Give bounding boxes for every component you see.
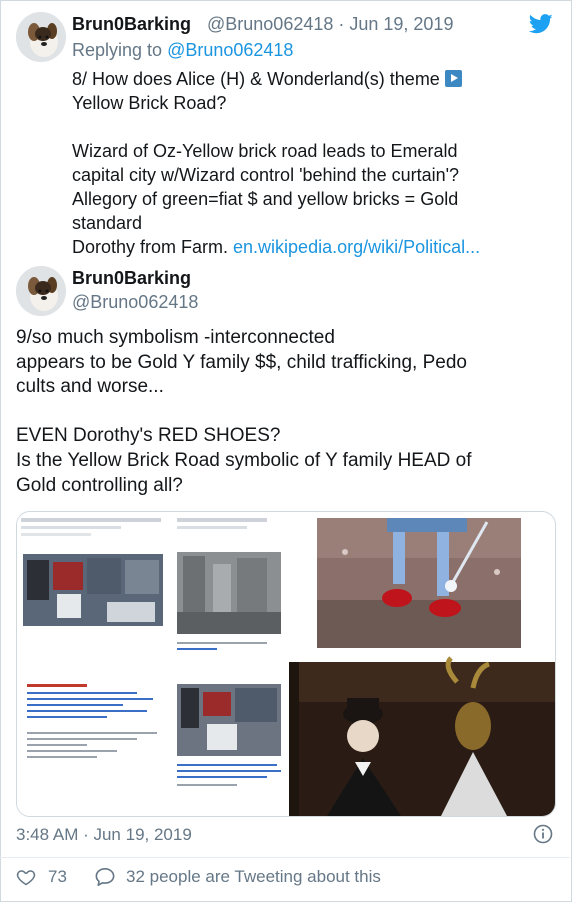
dog-avatar-image	[16, 266, 66, 316]
image-forum-screenshot-1[interactable]	[17, 512, 169, 816]
tweet-line: Gold controlling all?	[16, 474, 183, 496]
tweet-line: Is the Yellow Brick Road symbolic of Y f…	[16, 449, 472, 471]
twitter-bird-icon[interactable]	[529, 14, 553, 34]
wikipedia-link[interactable]: en.wikipedia.org/wiki/Political...	[233, 237, 480, 257]
tweet-line: Wizard of Oz-Yellow brick road leads to …	[72, 141, 458, 161]
avatar[interactable]	[16, 12, 66, 62]
conversation-text: 32 people are Tweeting about this	[126, 867, 381, 886]
tweet-line: Allegory of green=fiat $ and yellow bric…	[72, 189, 459, 209]
tweet-line: 8/ How does Alice (H) & Wonderland(s) th…	[72, 67, 552, 91]
replying-handle-link[interactable]: @Bruno062418	[167, 40, 293, 60]
replying-to: Replying to @Bruno062418	[72, 40, 293, 61]
handle-and-date[interactable]: @Bruno062418 · Jun 19, 2019	[207, 14, 453, 35]
media-grid	[16, 511, 556, 817]
tweet-line: standard	[72, 213, 143, 233]
tweet-timestamp[interactable]: 3:48 AM · Jun 19, 2019	[16, 825, 192, 845]
attached-images	[17, 512, 555, 816]
like-action[interactable]: 73	[16, 866, 67, 888]
dog-avatar-image	[16, 12, 66, 62]
avatar[interactable]	[16, 266, 66, 316]
tweet-line: EVEN Dorothy's RED SHOES?	[16, 425, 281, 447]
heart-icon[interactable]	[16, 867, 36, 887]
image-masquerade-photo[interactable]	[289, 656, 555, 816]
image-forum-screenshot-2[interactable]	[173, 512, 285, 816]
tweet-line: Yellow Brick Road?	[72, 93, 227, 113]
like-count: 73	[48, 867, 67, 886]
info-icon[interactable]	[533, 824, 553, 844]
tweet-line: 9/so much symbolism -interconnected	[16, 327, 335, 348]
tweet-text-2: 9/so much symbolism -interconnected appe…	[16, 326, 556, 498]
tweet-text-1: 8/ How does Alice (H) & Wonderland(s) th…	[72, 67, 552, 259]
tweet-line: appears to be Gold Y family $$, child tr…	[16, 351, 467, 373]
tweet-line: cults and worse...	[16, 376, 164, 398]
tweet-line: Dorothy from Farm. en.wikipedia.org/wiki…	[72, 237, 481, 257]
display-name[interactable]: Brun0Barking	[72, 268, 191, 289]
display-name[interactable]: Brun0Barking	[72, 14, 191, 35]
image-ruby-slippers[interactable]	[317, 518, 521, 648]
play-button-emoji	[444, 70, 462, 87]
replying-prefix: Replying to	[72, 40, 168, 60]
speech-bubble-icon[interactable]	[94, 867, 116, 887]
tweet-line: capital city w/Wizard control 'behind th…	[72, 165, 460, 185]
conversation-action[interactable]: 32 people are Tweeting about this	[94, 866, 381, 888]
divider	[0, 857, 570, 858]
handle[interactable]: @Bruno062418	[72, 292, 198, 313]
